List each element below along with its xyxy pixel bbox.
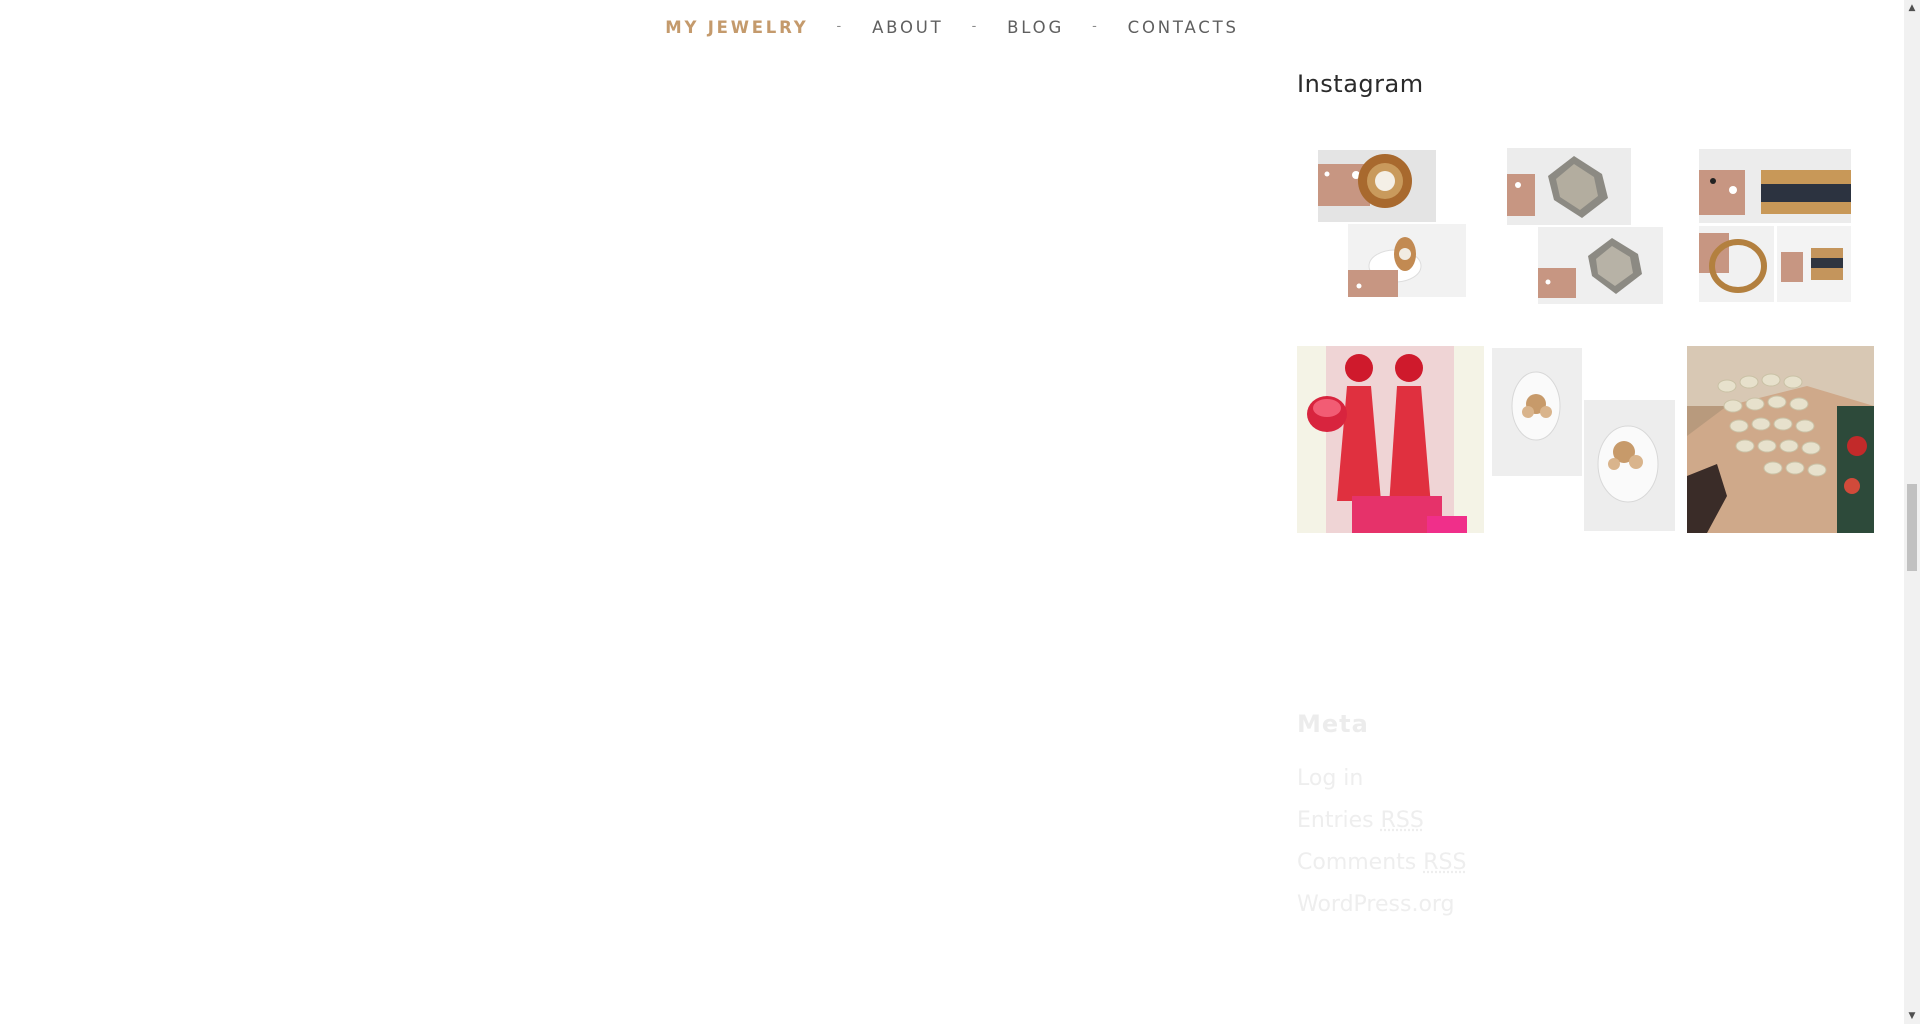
meta-widget: Meta Log in Entries RSS Comments RSS Wor… [1297,710,1697,926]
meta-item-login: Log in [1297,758,1697,800]
instagram-widget-title: Instagram [1297,70,1424,98]
vertical-scrollbar[interactable]: ▲ ▼ [1904,0,1920,1024]
instagram-grid [1297,148,1877,538]
comments-rss-link[interactable]: Comments RSS [1297,850,1466,875]
pearl-ring-photo-icon [1297,148,1484,335]
rss-abbr: RSS [1380,808,1424,833]
bead-necklace-photo-icon [1687,346,1874,533]
scroll-down-arrow-icon[interactable]: ▼ [1904,1008,1920,1024]
crystal-ring-photo-icon [1490,148,1677,335]
instagram-photo-red-earrings[interactable] [1297,346,1484,533]
rss-abbr: RSS [1423,850,1467,875]
sidebar: Instagram Meta Log in Entries RSS Commen… [1297,70,1877,917]
comments-label: Comments [1297,850,1417,875]
scrollbar-thumb[interactable] [1907,484,1917,571]
meta-widget-title: Meta [1297,710,1369,738]
nav-separator: - [971,19,980,34]
nav-item-about[interactable]: ABOUT [872,18,943,37]
nav-separator: - [836,19,845,34]
wordpress-org-link[interactable]: WordPress.org [1297,892,1455,917]
instagram-photo-band-ring[interactable] [1683,148,1870,335]
instagram-photo-pearl-ring[interactable] [1297,148,1484,335]
nav-item-contacts[interactable]: CONTACTS [1128,18,1239,37]
instagram-photo-bead-necklace[interactable] [1687,346,1874,533]
red-tassel-earrings-photo-icon [1297,346,1484,533]
instagram-photo-crystal-ring[interactable] [1490,148,1677,335]
login-link[interactable]: Log in [1297,766,1363,791]
page: MY JEWELRY - ABOUT - BLOG - CONTACTS Ins… [0,0,1920,1024]
meta-item-wordpress: WordPress.org [1297,884,1697,926]
nav-separator: - [1092,19,1100,34]
scroll-up-arrow-icon[interactable]: ▲ [1904,0,1920,16]
meta-item-comments: Comments RSS [1297,842,1697,884]
band-ring-photo-icon [1683,148,1870,335]
entries-label: Entries [1297,808,1374,833]
flower-ring-photo-icon [1490,346,1677,533]
nav-item-blog[interactable]: BLOG [1007,18,1064,37]
meta-item-entries: Entries RSS [1297,800,1697,842]
meta-links: Log in Entries RSS Comments RSS WordPres… [1297,758,1697,926]
main-nav: MY JEWELRY - ABOUT - BLOG - CONTACTS [0,18,1904,37]
instagram-photo-flower-ring[interactable] [1490,346,1677,533]
nav-item-my-jewelry[interactable]: MY JEWELRY [665,18,808,37]
entries-rss-link[interactable]: Entries RSS [1297,808,1424,833]
